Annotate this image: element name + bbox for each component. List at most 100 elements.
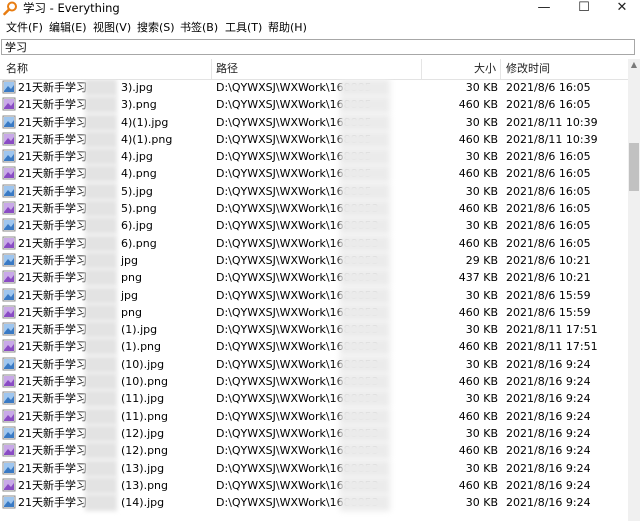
file-name: 21天新手学习 png bbox=[18, 305, 142, 319]
table-row[interactable]: 21天新手学习 png D:\QYWXSJ\WXWork\1688853 437 KB… bbox=[0, 269, 628, 287]
table-row[interactable]: 21天新手学习 5).jpg D:\QYWXSJ\WXWork\168885 30 K… bbox=[0, 182, 628, 200]
file-modified: 2021/8/6 16:05 bbox=[506, 150, 591, 164]
redacted-region bbox=[340, 182, 390, 200]
table-row[interactable]: 21天新手学习 png D:\QYWXSJ\WXWork\1688853 460 KB… bbox=[0, 303, 628, 321]
table-row[interactable]: 21天新手学习 (1).jpg D:\QYWXSJ\WXWork\1688853 30… bbox=[0, 321, 628, 339]
column-divider[interactable] bbox=[421, 59, 422, 79]
file-modified: 2021/8/16 9:24 bbox=[506, 392, 591, 406]
table-row[interactable]: 21天新手学习 (11).jpg D:\QYWXSJ\WXWork\1688853 3… bbox=[0, 390, 628, 408]
column-path[interactable]: 路径 bbox=[216, 62, 238, 76]
file-modified: 2021/8/6 10:21 bbox=[506, 271, 591, 285]
redacted-region bbox=[340, 148, 390, 166]
file-size: 460 KB bbox=[458, 202, 498, 216]
png-icon bbox=[2, 443, 16, 457]
column-name[interactable]: 名称 bbox=[6, 62, 28, 76]
table-row[interactable]: 21天新手学习 (12).jpg D:\QYWXSJ\WXWork\1688853 3… bbox=[0, 424, 628, 442]
file-modified: 2021/8/6 15:59 bbox=[506, 305, 591, 319]
file-modified: 2021/8/6 16:05 bbox=[506, 184, 591, 198]
file-size: 30 KB bbox=[465, 184, 498, 198]
table-row[interactable]: 21天新手学习 (13).jpg D:\QYWXSJ\WXWork\1688853 3… bbox=[0, 459, 628, 477]
file-modified: 2021/8/6 16:05 bbox=[506, 219, 591, 233]
minimize-button[interactable]: — bbox=[526, 0, 562, 17]
file-name: 21天新手学习 png bbox=[18, 271, 142, 285]
menu-bookmarks[interactable]: 书签(B) bbox=[180, 21, 218, 35]
jpg-icon bbox=[2, 80, 16, 94]
table-row[interactable]: 21天新手学习 (14).jpg D:\QYWXSJ\WXWork\1688853 3… bbox=[0, 494, 628, 512]
table-row[interactable]: 21天新手学习 4).png D:\QYWXSJ\WXWork\168885 460 … bbox=[0, 165, 628, 183]
jpg-icon bbox=[2, 357, 16, 371]
jpg-icon bbox=[2, 184, 16, 198]
file-size: 30 KB bbox=[465, 323, 498, 337]
redacted-region bbox=[85, 251, 117, 269]
table-row[interactable]: 21天新手学习 (10).jpg D:\QYWXSJ\WXWork\1688853 3… bbox=[0, 355, 628, 373]
column-divider[interactable] bbox=[211, 59, 212, 79]
table-row[interactable]: 21天新手学习 (12).png D:\QYWXSJ\WXWork\1688853 4… bbox=[0, 442, 628, 460]
table-row[interactable]: 21天新手学习 3).jpg D:\QYWXSJ\WXWork\168885 30 K… bbox=[0, 79, 628, 96]
column-divider[interactable] bbox=[500, 59, 501, 79]
redacted-region bbox=[340, 424, 390, 442]
vertical-scrollbar[interactable]: ▲ bbox=[628, 59, 640, 521]
jpg-icon bbox=[2, 391, 16, 405]
file-modified: 2021/8/6 16:05 bbox=[506, 98, 591, 112]
table-row[interactable]: 21天新手学习 4).jpg D:\QYWXSJ\WXWork\168885 30 K… bbox=[0, 148, 628, 166]
menu-view[interactable]: 视图(V) bbox=[93, 21, 131, 35]
table-row[interactable]: 21天新手学习 6).png D:\QYWXSJ\WXWork\1688853 460… bbox=[0, 234, 628, 252]
redacted-region bbox=[85, 424, 117, 442]
column-modified[interactable]: 修改时间 bbox=[506, 62, 550, 76]
jpg-icon bbox=[2, 426, 16, 440]
redacted-region bbox=[340, 303, 390, 321]
file-size: 30 KB bbox=[465, 461, 498, 475]
maximize-button[interactable]: ☐ bbox=[566, 0, 602, 17]
table-row[interactable]: 21天新手学习 4)(1).jpg D:\QYWXSJ\WXWork\168885 3… bbox=[0, 113, 628, 131]
redacted-region bbox=[85, 390, 117, 408]
scroll-up-icon[interactable]: ▲ bbox=[628, 59, 640, 71]
redacted-region bbox=[85, 234, 117, 252]
menu-edit[interactable]: 编辑(E) bbox=[49, 21, 87, 35]
png-icon bbox=[2, 201, 16, 215]
redacted-region bbox=[340, 459, 390, 477]
menu-help[interactable]: 帮助(H) bbox=[268, 21, 307, 35]
file-modified: 2021/8/6 16:05 bbox=[506, 81, 591, 94]
file-size: 460 KB bbox=[458, 167, 498, 181]
redacted-region bbox=[340, 442, 390, 460]
close-button[interactable]: ✕ bbox=[604, 0, 640, 17]
redacted-region bbox=[85, 407, 117, 425]
redacted-region bbox=[85, 113, 117, 131]
search-input[interactable] bbox=[1, 39, 635, 55]
column-header: 名称 路径 大小 修改时间 bbox=[0, 59, 628, 80]
file-size: 30 KB bbox=[465, 288, 498, 302]
file-size: 30 KB bbox=[465, 81, 498, 94]
redacted-region bbox=[85, 130, 117, 148]
redacted-region bbox=[85, 148, 117, 166]
table-row[interactable]: 21天新手学习 6).jpg D:\QYWXSJ\WXWork\1688853 30 … bbox=[0, 217, 628, 235]
table-row[interactable]: 21天新手学习 (10).png D:\QYWXSJ\WXWork\1688853 4… bbox=[0, 373, 628, 391]
file-size: 30 KB bbox=[465, 219, 498, 233]
table-row[interactable]: 21天新手学习 4)(1).png D:\QYWXSJ\WXWork\168885 4… bbox=[0, 130, 628, 148]
file-size: 30 KB bbox=[465, 150, 498, 164]
table-row[interactable]: 21天新手学习 jpg D:\QYWXSJ\WXWork\1688853 29 KB 2… bbox=[0, 251, 628, 269]
table-row[interactable]: 21天新手学习 (1).png D:\QYWXSJ\WXWork\1688853 46… bbox=[0, 338, 628, 356]
redacted-region bbox=[85, 269, 117, 287]
file-modified: 2021/8/16 9:24 bbox=[506, 461, 591, 475]
png-icon bbox=[2, 478, 16, 492]
file-size: 460 KB bbox=[458, 132, 498, 146]
file-modified: 2021/8/11 17:51 bbox=[506, 323, 598, 337]
file-size: 460 KB bbox=[458, 478, 498, 492]
redacted-region bbox=[340, 355, 390, 373]
file-size: 460 KB bbox=[458, 98, 498, 112]
table-row[interactable]: 21天新手学习 jpg D:\QYWXSJ\WXWork\1688853 30 KB 2… bbox=[0, 286, 628, 304]
menu-file[interactable]: 文件(F) bbox=[6, 21, 43, 35]
table-row[interactable]: 21天新手学习 (11).png D:\QYWXSJ\WXWork\1688853 4… bbox=[0, 407, 628, 425]
jpg-icon bbox=[2, 322, 16, 336]
menu-search[interactable]: 搜索(S) bbox=[137, 21, 175, 35]
table-row[interactable]: 21天新手学习 (13).png D:\QYWXSJ\WXWork\1688853 4… bbox=[0, 476, 628, 494]
scroll-thumb[interactable] bbox=[629, 143, 639, 191]
redacted-region bbox=[340, 476, 390, 494]
redacted-region bbox=[85, 373, 117, 391]
table-row[interactable]: 21天新手学习 5).png D:\QYWXSJ\WXWork\1688853 460… bbox=[0, 200, 628, 218]
file-modified: 2021/8/16 9:24 bbox=[506, 444, 591, 458]
menu-tools[interactable]: 工具(T) bbox=[225, 21, 262, 35]
table-row[interactable]: 21天新手学习 3).png D:\QYWXSJ\WXWork\168885 460 … bbox=[0, 96, 628, 114]
column-size[interactable]: 大小 bbox=[474, 62, 496, 76]
file-modified: 2021/8/16 9:24 bbox=[506, 496, 591, 510]
